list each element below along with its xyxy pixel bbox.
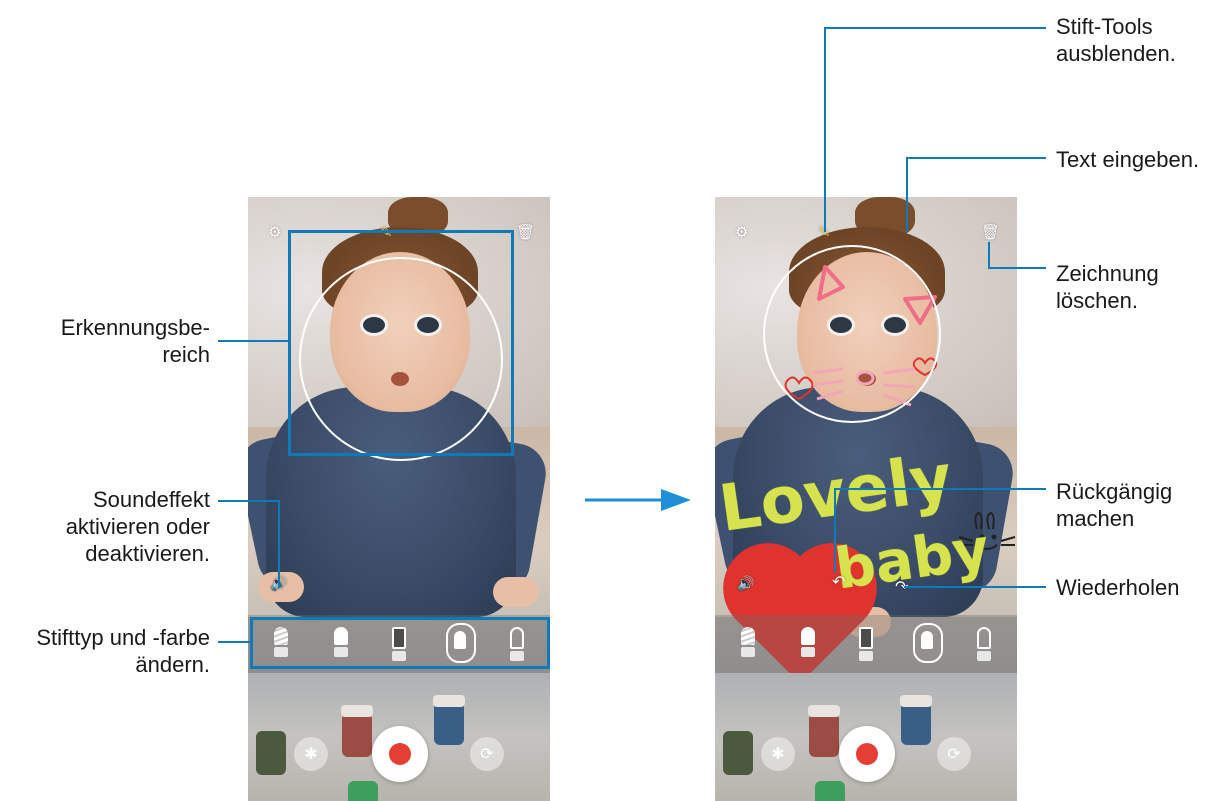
callout-line [218,641,250,643]
paint-jar [256,731,286,775]
phone-screen-after: Lovely baby ⚙ ✎ 🗑 🔊 ↶ ↷ ✱ ⟳ [715,197,1017,801]
pen-type-highlighter[interactable] [859,627,873,661]
label-undo: Rückgängig machen [1056,479,1173,531]
label-enter-text: Text eingeben. [1056,147,1200,172]
settings-icon[interactable]: ⚙ [268,225,281,240]
paint-jar [901,701,931,745]
label-sound-effect: Soundeffekt aktivieren oder deaktivieren… [65,487,210,566]
callout-line [834,488,836,573]
paint-jar-lid [341,705,373,717]
sound-callout-line [264,500,280,588]
recognition-area-box [288,230,514,456]
label-hide-pen-tools: Stift-Tools ausblenden. [1056,14,1176,66]
label-clear-drawing: Zeichnung löschen. [1056,261,1159,313]
paint-jar [348,781,378,801]
undo-icon[interactable]: ↶ [832,572,845,592]
pen-toolbar [715,615,1017,673]
paint-jar-lid [900,695,932,707]
record-dot [389,743,411,765]
callout-line [218,500,266,502]
record-button[interactable] [839,726,895,782]
effects-button[interactable]: ✱ [294,737,328,771]
transition-arrow-icon [585,489,691,511]
settings-icon[interactable]: ⚙ [735,225,748,240]
paint-jar-lid [433,695,465,707]
callout-line [988,267,1046,269]
delete-icon[interactable]: 🗑 [981,225,1000,240]
paint-jar-lid [808,705,840,717]
effects-button[interactable]: ✱ [761,737,795,771]
child-hand-right [493,577,539,607]
callout-line [906,157,908,232]
pen-type-selected[interactable] [913,623,943,663]
callout-line [824,27,826,232]
record-button[interactable] [372,726,428,782]
record-dot [856,743,878,765]
label-pen-type-color: Stifttyp und -farbe ändern. [36,625,210,677]
pen-toolbar-box [250,617,550,669]
paint-jar [809,713,839,757]
pen-type-marker[interactable] [801,627,815,657]
label-recognition-area: Erkennungsbe- reich [60,315,210,367]
paint-jar [434,701,464,745]
callout-line [988,242,990,268]
switch-camera-button[interactable]: ⟳ [937,737,971,771]
sound-toggle-icon[interactable]: 🔊 [737,575,754,592]
callout-line [824,27,1046,29]
paint-jar [342,713,372,757]
face-detection-circle [763,245,941,423]
callout-line [906,157,1046,159]
callout-line [904,586,1046,588]
paint-jar [723,731,753,775]
label-redo: Wiederholen [1056,575,1180,600]
callout-line [218,340,290,342]
paint-jar [815,781,845,801]
delete-icon[interactable]: 🗑 [516,225,535,240]
pen-type-neon[interactable] [977,627,991,661]
callout-line [834,488,1046,490]
pen-type-brush[interactable] [741,627,755,657]
switch-camera-button[interactable]: ⟳ [470,737,504,771]
